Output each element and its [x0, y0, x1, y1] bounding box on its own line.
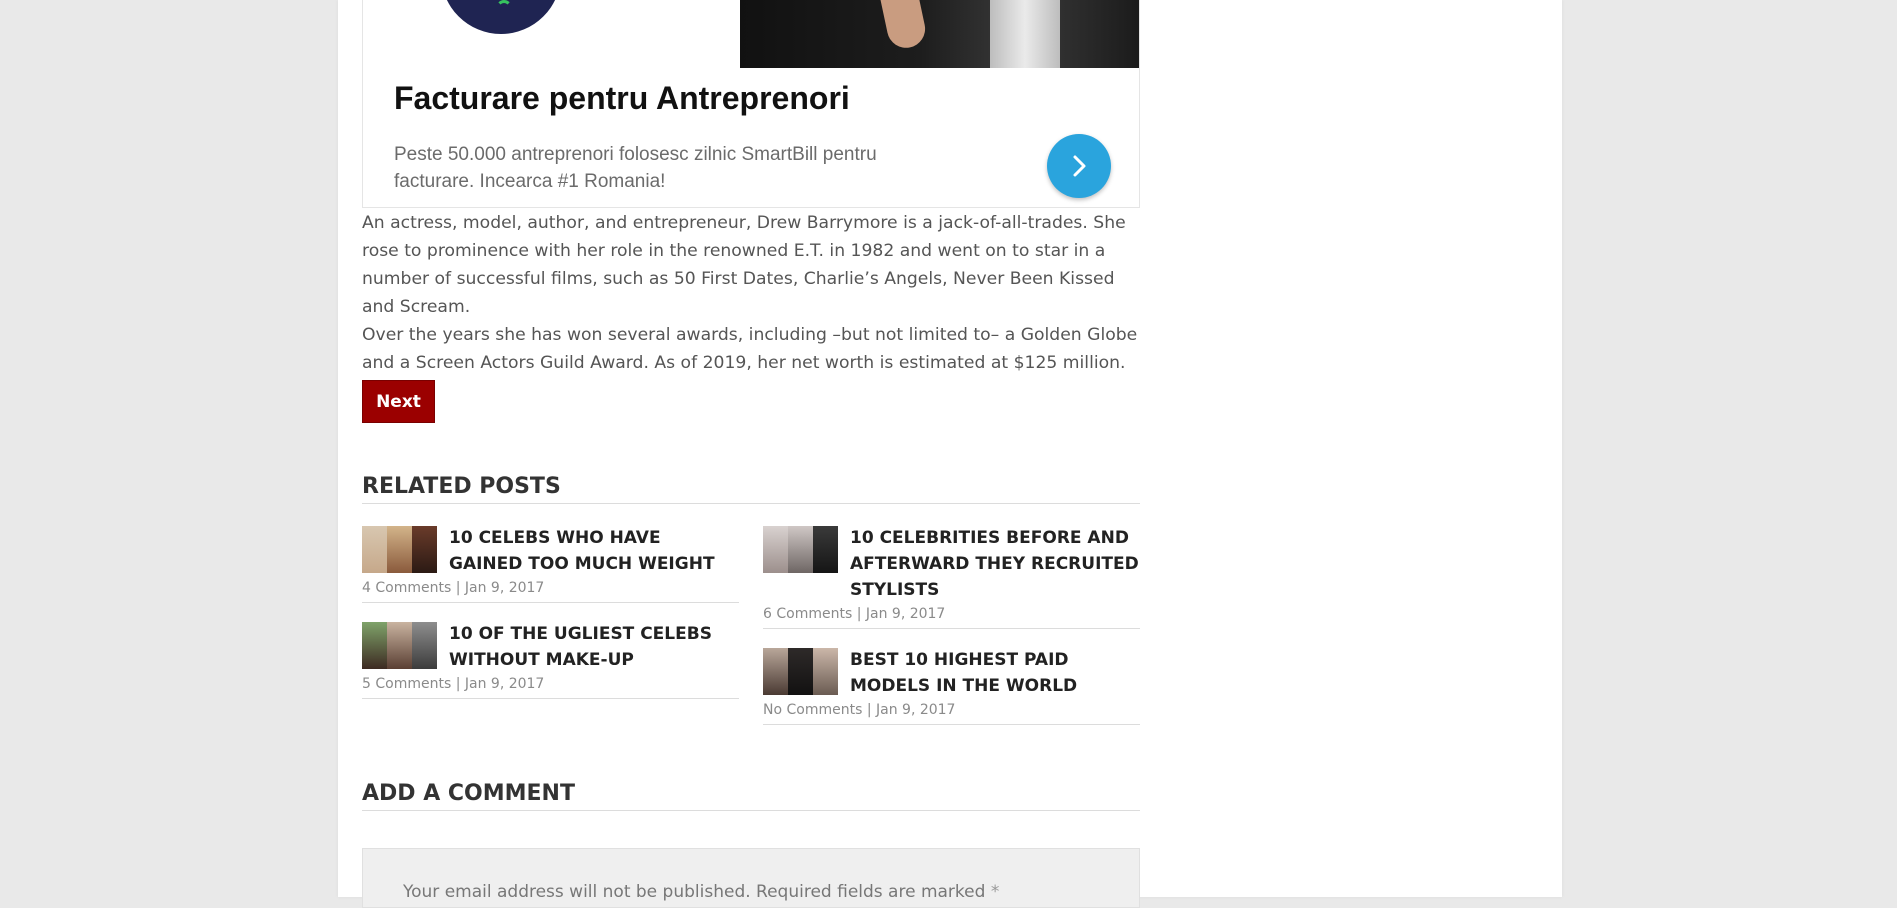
related-post-title[interactable]: 10 CELEBS WHO HAVE GAINED TOO MUCH WEIGH… — [449, 525, 739, 577]
post-date: Jan 9, 2017 — [464, 676, 545, 692]
related-post-meta: 4 Comments | Jan 9, 2017 — [362, 578, 739, 598]
ad-description: Peste 50.000 antreprenori folosesc zilni… — [394, 144, 877, 192]
comment-count[interactable]: 4 Comments — [362, 580, 451, 596]
chevron-right-icon — [1073, 155, 1086, 177]
related-post-title[interactable]: 10 CELEBRITIES BEFORE AND AFTERWARD THEY… — [850, 525, 1140, 603]
related-post-meta: 6 Comments | Jan 9, 2017 — [763, 604, 1140, 624]
related-post-thumbnail[interactable] — [362, 622, 437, 669]
article-paragraph: Over the years she has won several award… — [362, 325, 1138, 373]
advertisement[interactable]: Facturare pentru Antreprenori Peste 50.0… — [362, 0, 1140, 208]
comment-count[interactable]: 6 Comments — [763, 606, 852, 622]
related-post-meta: 5 Comments | Jan 9, 2017 — [362, 674, 739, 694]
ad-title[interactable]: Facturare pentru Antreprenori — [394, 80, 850, 117]
related-posts-left-column: 10 CELEBS WHO HAVE GAINED TOO MUCH WEIGH… — [362, 525, 739, 717]
related-post-thumbnail[interactable] — [362, 526, 437, 573]
meta-separator: | — [455, 676, 461, 692]
related-post-item[interactable]: BEST 10 HIGHEST PAID MODELS IN THE WORLD… — [763, 647, 1140, 725]
next-page-button[interactable]: Next — [362, 380, 435, 423]
related-post-title[interactable]: 10 OF THE UGLIEST CELEBS WITHOUT MAKE-UP — [449, 621, 739, 673]
post-date: Jan 9, 2017 — [876, 702, 956, 718]
related-posts-heading: RELATED POSTS — [362, 474, 1140, 504]
add-comment-heading: ADD A COMMENT — [362, 781, 1140, 811]
ad-photo-image — [740, 0, 1139, 68]
meta-separator: | — [455, 580, 461, 596]
article-paragraph: An actress, model, author, and entrepren… — [362, 213, 1126, 317]
ad-open-button[interactable] — [1047, 134, 1111, 198]
related-post-item[interactable]: 10 OF THE UGLIEST CELEBS WITHOUT MAKE-UP… — [362, 621, 739, 699]
related-post-item[interactable]: 10 CELEBRITIES BEFORE AND AFTERWARD THEY… — [763, 525, 1140, 629]
comment-count[interactable]: No Comments — [763, 702, 862, 718]
required-marker: * — [990, 882, 1000, 902]
related-posts-right-column: 10 CELEBRITIES BEFORE AND AFTERWARD THEY… — [763, 525, 1140, 743]
post-date: Jan 9, 2017 — [865, 606, 946, 622]
related-post-thumbnail[interactable] — [763, 648, 838, 695]
article-body: An actress, model, author, and entrepren… — [362, 209, 1140, 377]
comment-note-text: Your email address will not be published… — [403, 882, 986, 902]
post-date: Jan 9, 2017 — [464, 580, 545, 596]
comment-form: Your email address will not be published… — [362, 848, 1140, 908]
meta-separator: | — [866, 702, 872, 718]
page-container: Facturare pentru Antreprenori Peste 50.0… — [338, 0, 1562, 908]
related-post-title[interactable]: BEST 10 HIGHEST PAID MODELS IN THE WORLD — [850, 647, 1140, 699]
meta-separator: | — [856, 606, 862, 622]
ad-logo-image — [441, 0, 561, 34]
comment-count[interactable]: 5 Comments — [362, 676, 451, 692]
related-post-thumbnail[interactable] — [763, 526, 838, 573]
related-post-item[interactable]: 10 CELEBS WHO HAVE GAINED TOO MUCH WEIGH… — [362, 525, 739, 603]
comment-form-note: Your email address will not be published… — [403, 882, 999, 902]
related-post-meta: No Comments | Jan 9, 2017 — [763, 700, 1140, 720]
